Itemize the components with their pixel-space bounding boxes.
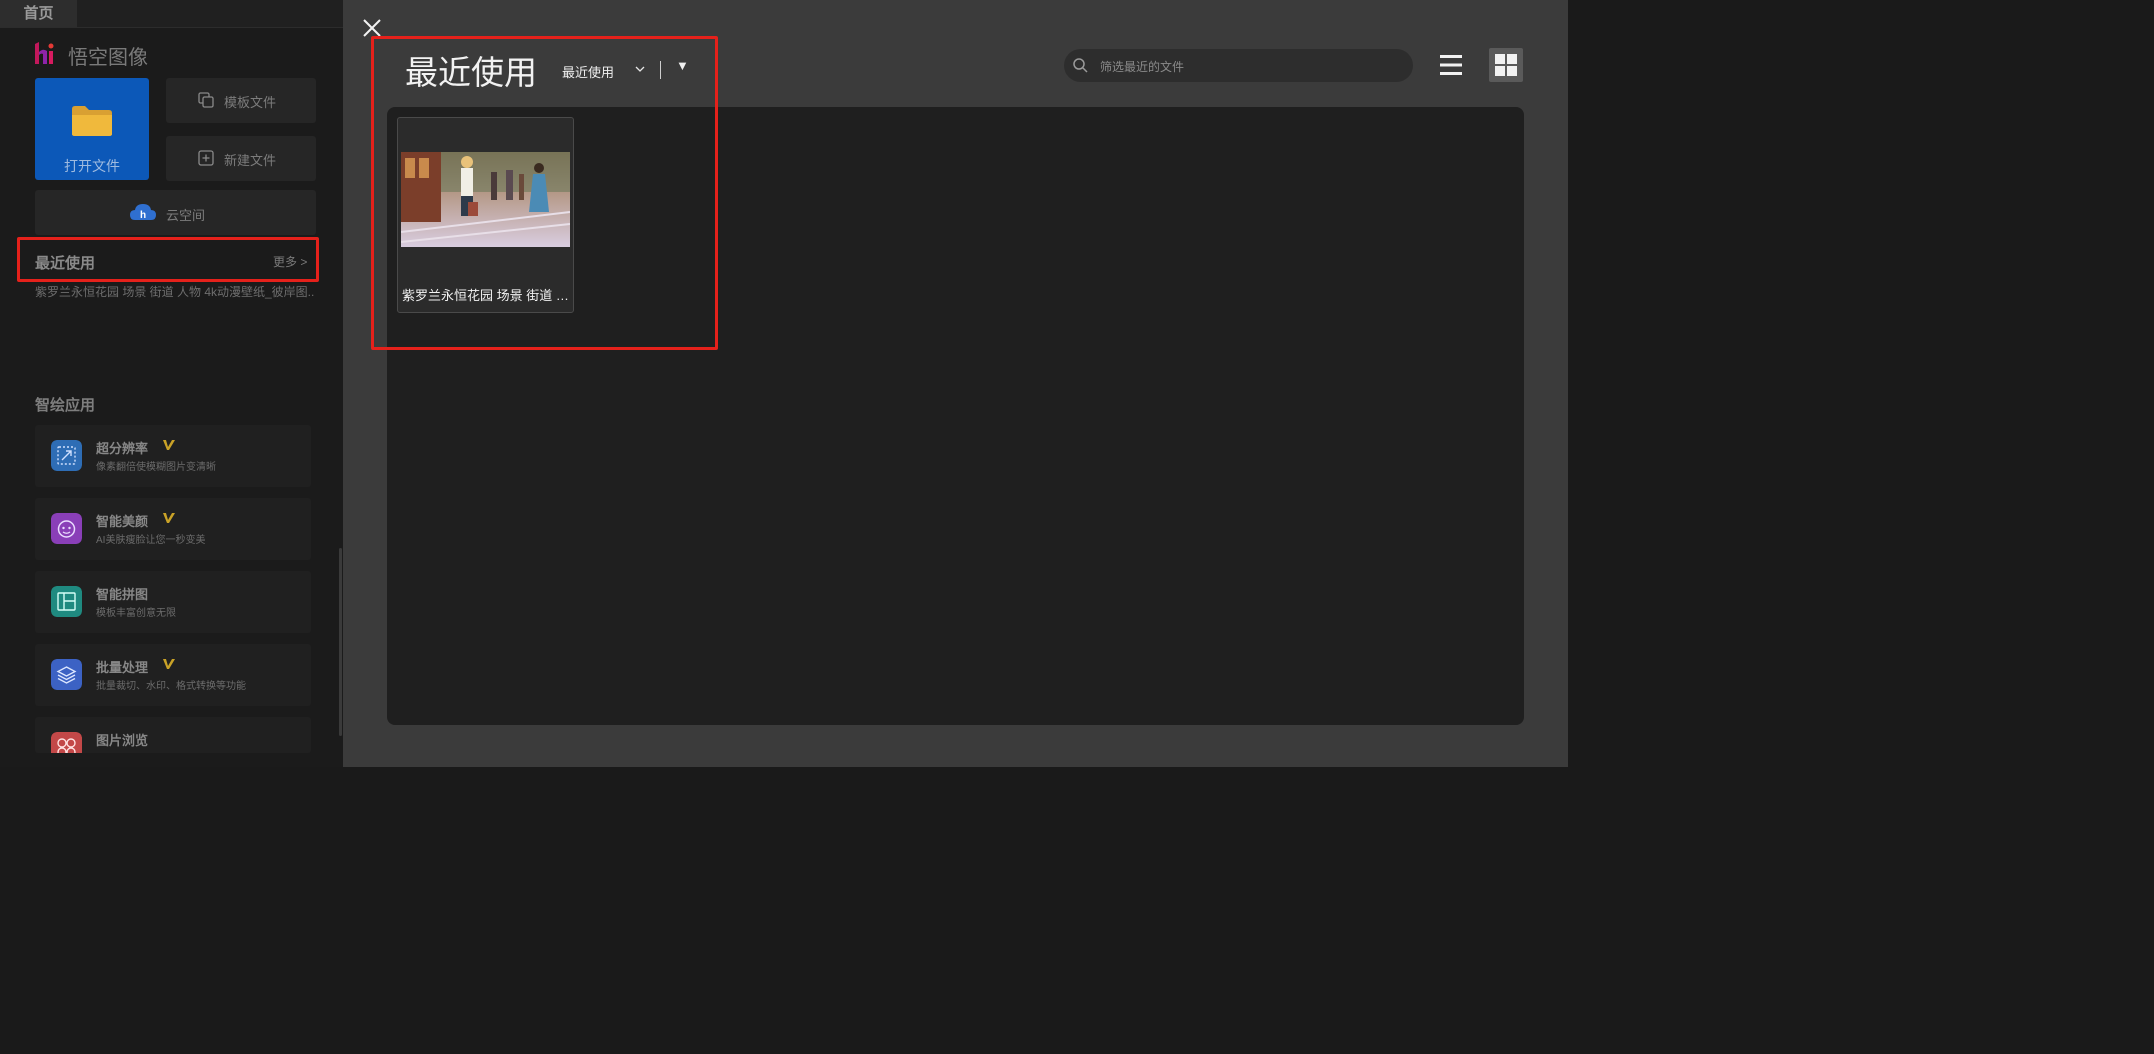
app-desc: 像素翻倍使模糊图片变清晰 bbox=[96, 462, 216, 473]
plus-square-icon bbox=[198, 150, 214, 166]
template-icon bbox=[198, 92, 214, 108]
app-desc: 批量裁切、水印、格式转换等功能 bbox=[96, 681, 246, 692]
new-file-button[interactable]: 新建文件 bbox=[166, 136, 316, 181]
app-super-resolution[interactable]: 超分辨率 像素翻倍使模糊图片变清晰 bbox=[35, 425, 311, 487]
app-desc: AI美肤瘦脸让您一秒变美 bbox=[96, 535, 206, 546]
sidebar-recent-title: 最近使用 bbox=[35, 255, 96, 272]
cloud-space-button[interactable]: h 云空间 bbox=[35, 190, 316, 235]
tab-home[interactable]: 首页 bbox=[0, 0, 77, 27]
grid-view-button[interactable] bbox=[1489, 48, 1523, 82]
sidebar-scrollbar[interactable] bbox=[339, 548, 342, 736]
app-smart-collage[interactable]: 智能拼图 模板丰富创意无限 bbox=[35, 571, 311, 633]
list-view-icon[interactable] bbox=[1436, 50, 1466, 80]
vip-badge-icon bbox=[163, 659, 175, 669]
collage-icon bbox=[51, 586, 82, 617]
app-name: 悟空图像 bbox=[68, 47, 148, 69]
vip-badge-icon bbox=[163, 513, 175, 523]
grid-view-icon bbox=[1495, 54, 1517, 76]
sidebar-recent-file[interactable]: 紫罗兰永恒花园 场景 街道 人物 4k动漫壁纸_彼岸图... bbox=[35, 283, 315, 300]
smart-apps-title: 智绘应用 bbox=[35, 397, 96, 414]
recent-more-link[interactable]: 更多 > bbox=[273, 253, 307, 270]
app-image-browse[interactable]: 图片浏览 bbox=[35, 717, 311, 753]
app-batch-process[interactable]: 批量处理 批量裁切、水印、格式转换等功能 bbox=[35, 644, 311, 706]
layers-icon bbox=[51, 659, 82, 690]
template-file-label: 模板文件 bbox=[224, 95, 277, 110]
image-browse-icon bbox=[51, 732, 82, 753]
recent-panel-highlight-box bbox=[371, 36, 718, 350]
template-file-button[interactable]: 模板文件 bbox=[166, 78, 316, 123]
open-file-button[interactable]: 打开文件 bbox=[35, 78, 149, 180]
app-smart-beauty[interactable]: 智能美颜 AI美肤瘦脸让您一秒变美 bbox=[35, 498, 311, 560]
search-icon bbox=[1073, 58, 1088, 73]
open-file-label: 打开文件 bbox=[64, 158, 120, 174]
cloud-icon: h bbox=[130, 204, 156, 221]
app-title: 批量处理 bbox=[96, 660, 149, 675]
svg-text:h: h bbox=[140, 210, 146, 221]
folder-icon bbox=[72, 106, 112, 136]
app-title: 智能美颜 bbox=[96, 514, 149, 529]
new-file-label: 新建文件 bbox=[224, 153, 277, 168]
app-desc: 模板丰富创意无限 bbox=[96, 608, 176, 619]
vip-badge-icon bbox=[163, 440, 175, 450]
app-logo-icon bbox=[35, 42, 54, 64]
app-title: 超分辨率 bbox=[96, 441, 149, 456]
search-box[interactable] bbox=[1064, 49, 1413, 84]
beauty-face-icon bbox=[51, 513, 82, 544]
tab-bar: 首页 bbox=[0, 0, 343, 28]
app-title: 图片浏览 bbox=[96, 733, 149, 748]
search-input[interactable] bbox=[1098, 49, 1402, 84]
super-resolution-icon bbox=[51, 440, 82, 471]
app-title: 智能拼图 bbox=[96, 587, 149, 602]
cloud-space-label: 云空间 bbox=[166, 208, 206, 223]
home-sidebar: 首页 悟空图像 打开文件 模板文件 新建文件 h 云空间 最近使用 更多 > 紫… bbox=[0, 0, 343, 767]
